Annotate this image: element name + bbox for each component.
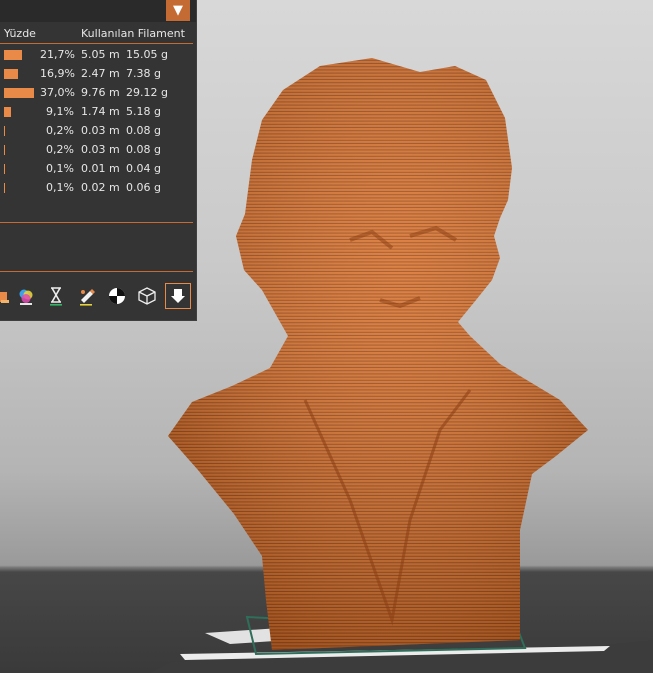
triangle-down-icon[interactable]: ▼	[166, 0, 190, 21]
length-cell: 5.05 m	[81, 48, 120, 61]
weight-cell: 0.08 g	[126, 143, 161, 156]
percent-bar	[4, 145, 5, 155]
view-toolbar	[0, 283, 196, 311]
column-header-used-filament: Kullanılan Filament	[81, 27, 185, 40]
length-cell: 2.47 m	[81, 67, 120, 80]
section-divider	[0, 222, 193, 223]
color-print-icon[interactable]	[13, 283, 39, 309]
stats-table: 21,7% 5.05 m 15.05 g 16,9% 2.47 m 7.38 g 37,…	[0, 46, 196, 198]
table-row: 0,2% 0.03 m 0.08 g	[0, 141, 196, 160]
print-stats-panel: ▼ Yüzde Kullanılan Filament 21,7% 5.05 m 1…	[0, 0, 197, 321]
panel-header: ▼	[0, 0, 196, 22]
percent-cell: 16,9%	[40, 67, 75, 80]
section-divider	[0, 271, 193, 272]
percent-cell: 0,2%	[46, 143, 74, 156]
percent-cell: 9,1%	[46, 105, 74, 118]
percent-cell: 0,1%	[46, 181, 74, 194]
weight-cell: 15.05 g	[126, 48, 168, 61]
table-row: 0,1% 0.02 m 0.06 g	[0, 179, 196, 198]
bust-shading	[168, 58, 588, 650]
center-of-mass-icon[interactable]	[104, 283, 130, 309]
table-row: 37,0% 9.76 m 29.12 g	[0, 84, 196, 103]
table-row: 9,1% 1.74 m 5.18 g	[0, 103, 196, 122]
length-cell: 0.03 m	[81, 124, 120, 137]
table-row: 21,7% 5.05 m 15.05 g	[0, 46, 196, 65]
weight-cell: 29.12 g	[126, 86, 168, 99]
export-gcode-icon[interactable]	[165, 283, 191, 309]
table-row: 16,9% 2.47 m 7.38 g	[0, 65, 196, 84]
percent-bar	[4, 88, 34, 98]
table-row: 0,2% 0.03 m 0.08 g	[0, 122, 196, 141]
percent-cell: 0,1%	[46, 162, 74, 175]
percent-bar	[4, 126, 5, 136]
length-cell: 0.03 m	[81, 143, 120, 156]
percent-bar	[4, 107, 11, 117]
length-cell: 1.74 m	[81, 105, 120, 118]
stats-table-header: Yüzde Kullanılan Filament	[0, 26, 196, 44]
percent-bar	[4, 183, 5, 193]
length-cell: 9.76 m	[81, 86, 120, 99]
print-time-icon[interactable]	[43, 283, 69, 309]
weight-cell: 0.08 g	[126, 124, 161, 137]
length-cell: 0.02 m	[81, 181, 120, 194]
percent-bar	[4, 50, 22, 60]
length-cell: 0.01 m	[81, 162, 120, 175]
weight-cell: 5.18 g	[126, 105, 161, 118]
wireframe-cube-icon[interactable]	[134, 283, 160, 309]
percent-cell: 37,0%	[40, 86, 75, 99]
percent-cell: 21,7%	[40, 48, 75, 61]
percent-bar	[4, 164, 5, 174]
weight-cell: 7.38 g	[126, 67, 161, 80]
header-divider	[0, 43, 193, 44]
tool-marker-icon[interactable]	[74, 283, 100, 309]
percent-cell: 0,2%	[46, 124, 74, 137]
table-row: 0,1% 0.01 m 0.04 g	[0, 160, 196, 179]
weight-cell: 0.06 g	[126, 181, 161, 194]
weight-cell: 0.04 g	[126, 162, 161, 175]
column-header-percent: Yüzde	[4, 27, 36, 40]
percent-bar	[4, 69, 18, 79]
